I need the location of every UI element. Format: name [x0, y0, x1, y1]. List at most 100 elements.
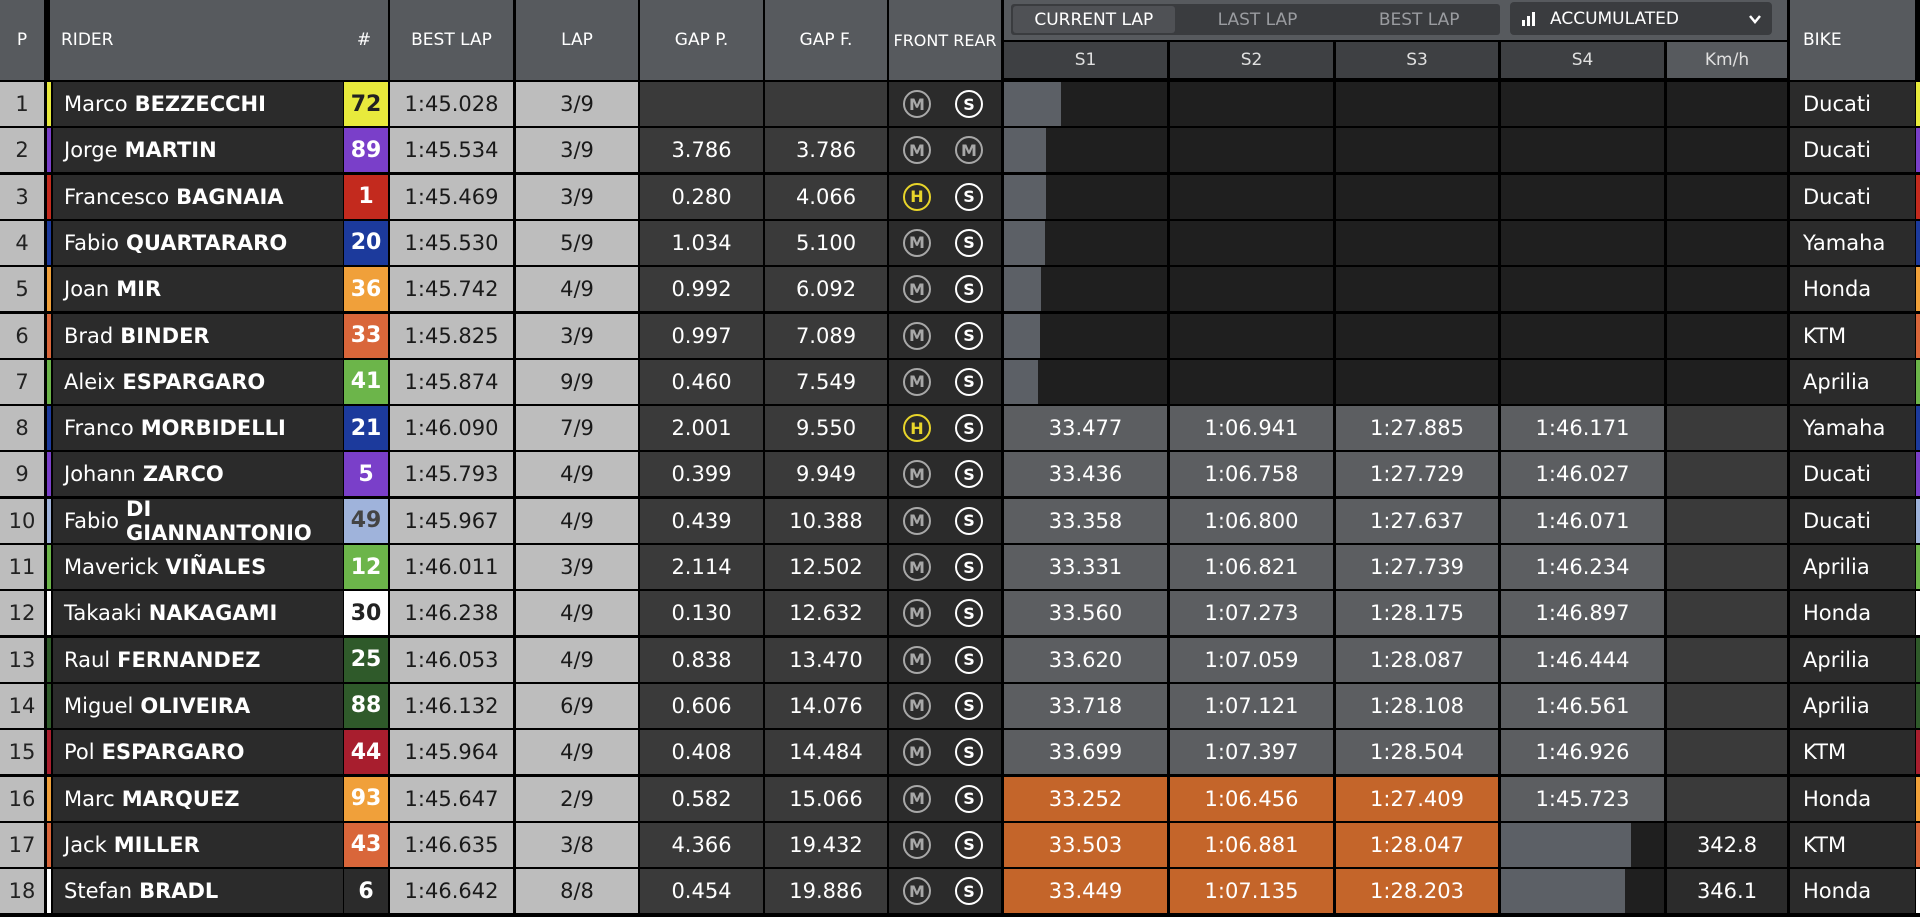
table-row[interactable]: 9 Johann ZARCO 5 1:45.793 4/9 0.399 9.949…	[0, 452, 1920, 497]
sector-1-time: 33.718	[1048, 693, 1123, 718]
table-row[interactable]: 7 Aleix ESPARGARO 41 1:45.874 9/9 0.460 7…	[0, 359, 1920, 404]
sector-1-time: 33.331	[1048, 555, 1123, 579]
rider-name-cell[interactable]: Stefan BRADL	[53, 869, 343, 914]
rider-name-cell[interactable]: Fabio DI GIANNANTONIO	[53, 497, 343, 545]
rider-name-cell[interactable]: Miguel OLIVEIRA	[53, 683, 343, 728]
gap-first-cell: 7.089	[765, 313, 887, 358]
tyres-cell: M S	[889, 776, 1001, 821]
rider-number-badge: 21	[344, 406, 388, 451]
rider-name-cell[interactable]: Jack MILLER	[53, 822, 343, 867]
bike-cell: Ducati	[1790, 128, 1915, 173]
gap-first-cell	[765, 82, 887, 126]
sector-2-cell: 1:06.941	[1170, 406, 1333, 451]
rider-first-name: Aleix	[64, 369, 116, 394]
sector-1-cell	[1004, 220, 1167, 265]
rider-name-cell[interactable]: Jorge MARTIN	[53, 128, 343, 173]
bike-manufacturer: Ducati	[1803, 462, 1871, 487]
rider-number: 12	[350, 554, 382, 580]
table-row[interactable]: 11 Maverick VIÑALES 12 1:46.011 3/9 2.114…	[0, 545, 1920, 589]
table-row[interactable]: 5 Joan MIR 36 1:45.742 4/9 0.992 6.092 M …	[0, 267, 1920, 312]
sector-2-time: 1:07.135	[1204, 879, 1299, 904]
tab-current-lap[interactable]: CURRENT LAP	[1013, 6, 1175, 33]
table-row[interactable]: 10 Fabio DI GIANNANTONIO 49 1:45.967 4/9 …	[0, 497, 1920, 545]
rider-name-cell[interactable]: Raul FERNANDEZ	[53, 637, 343, 682]
rider-name-cell[interactable]: Francesco BAGNAIA	[53, 174, 343, 219]
rider-first-name: Fabio	[64, 230, 120, 255]
tab-best-lap-label: BEST LAP	[1378, 9, 1460, 30]
front-tyre-compound: M	[909, 372, 925, 392]
sector-progress-bar	[1004, 174, 1046, 219]
table-row[interactable]: 12 Takaaki NAKAGAMI 30 1:46.238 4/9 0.130…	[0, 591, 1920, 636]
table-row[interactable]: 2 Jorge MARTIN 89 1:45.534 3/9 3.786 3.78…	[0, 128, 1920, 173]
tyres-cell: H S	[889, 174, 1001, 219]
sector-3-cell	[1336, 359, 1498, 404]
rider-name-cell[interactable]: Marco BEZZECCHI	[53, 82, 343, 126]
tab-last-lap[interactable]: LAST LAP	[1177, 4, 1339, 35]
rider-last-name: ZARCO	[142, 462, 224, 487]
sector-4-time: 1:46.444	[1535, 647, 1630, 672]
sector-4-time: 1:46.027	[1535, 462, 1630, 487]
rider-name-cell[interactable]: Joan MIR	[53, 267, 343, 312]
bike-manufacturer: Aprilia	[1803, 647, 1870, 672]
sector-4-cell: 1:46.561	[1501, 683, 1664, 728]
rider-name-cell[interactable]: Marc MARQUEZ	[53, 776, 343, 821]
gap-first-cell: 19.432	[765, 822, 887, 867]
sector-2-cell: 1:06.456	[1170, 776, 1333, 821]
gap-first: 19.886	[789, 879, 863, 904]
tab-best-lap[interactable]: BEST LAP	[1338, 4, 1500, 35]
lap-count: 2/9	[560, 786, 594, 811]
sector-2-cell: 1:07.059	[1170, 637, 1333, 682]
lap-count: 4/9	[560, 740, 594, 765]
col-header-bike: BIKE	[1790, 0, 1915, 80]
table-row[interactable]: 1 Marco BEZZECCHI 72 1:45.028 3/9 M S Duc…	[0, 82, 1920, 126]
gap-first-cell: 5.100	[765, 220, 887, 265]
team-color-stripe	[47, 730, 51, 775]
col-header-lap: LAP	[516, 0, 638, 80]
best-lap-cell: 1:45.647	[390, 776, 513, 821]
lap-count: 4/9	[560, 601, 594, 626]
team-color-stripe	[47, 313, 51, 358]
rider-name-cell[interactable]: Takaaki NAKAGAMI	[53, 591, 343, 636]
col-header-pos: P	[0, 0, 44, 80]
table-row[interactable]: 13 Raul FERNANDEZ 25 1:46.053 4/9 0.838 1…	[0, 637, 1920, 682]
rider-name-cell[interactable]: Brad BINDER	[53, 313, 343, 358]
rider-name-cell[interactable]: Fabio QUARTARARO	[53, 220, 343, 265]
sector-4-time: 1:46.926	[1535, 740, 1630, 765]
table-row[interactable]: 4 Fabio QUARTARARO 20 1:45.530 5/9 1.034 …	[0, 220, 1920, 265]
lap-count: 4/9	[560, 508, 594, 533]
team-color-stripe	[47, 637, 51, 682]
lap-count-cell: 3/9	[516, 545, 638, 589]
team-color-stripe-right	[1916, 776, 1920, 821]
rider-name-cell[interactable]: Pol ESPARGARO	[53, 730, 343, 775]
rider-name-cell[interactable]: Aleix ESPARGARO	[53, 359, 343, 404]
table-row[interactable]: 6 Brad BINDER 33 1:45.825 3/9 0.997 7.089…	[0, 313, 1920, 358]
table-row[interactable]: 17 Jack MILLER 43 1:46.635 3/8 4.366 19.4…	[0, 822, 1920, 867]
gap-previous-cell: 0.399	[640, 452, 763, 497]
lap-count: 3/8	[560, 832, 594, 857]
table-row[interactable]: 15 Pol ESPARGARO 44 1:45.964 4/9 0.408 14…	[0, 730, 1920, 775]
front-tyre-icon: M	[903, 321, 931, 350]
rider-name-cell[interactable]: Maverick VIÑALES	[53, 545, 343, 589]
rider-number-badge: 1	[344, 174, 388, 219]
rider-last-name: MORBIDELLI	[140, 416, 286, 441]
bike-cell: Honda	[1790, 267, 1915, 312]
gap-previous: 0.997	[671, 323, 732, 348]
speed-kmh: 342.8	[1696, 832, 1758, 857]
front-tyre-compound: H	[910, 418, 924, 438]
table-row[interactable]: 8 Franco MORBIDELLI 21 1:46.090 7/9 2.001…	[0, 406, 1920, 451]
rider-name-cell[interactable]: Franco MORBIDELLI	[53, 406, 343, 451]
table-row[interactable]: 18 Stefan BRADL 6 1:46.642 8/8 0.454 19.8…	[0, 869, 1920, 914]
table-row[interactable]: 3 Francesco BAGNAIA 1 1:45.469 3/9 0.280 …	[0, 174, 1920, 219]
best-lap-cell: 1:45.964	[390, 730, 513, 775]
bike-manufacturer: Honda	[1803, 601, 1872, 626]
table-row[interactable]: 14 Miguel OLIVEIRA 88 1:46.132 6/9 0.606 …	[0, 683, 1920, 728]
gap-previous: 0.130	[671, 601, 732, 626]
sector-3-cell: 1:28.047	[1336, 822, 1498, 867]
rider-name-cell[interactable]: Johann ZARCO	[53, 452, 343, 497]
table-row[interactable]: 16 Marc MARQUEZ 93 1:45.647 2/9 0.582 15.…	[0, 776, 1920, 821]
col-header-pos-label: P	[16, 30, 28, 50]
gap-previous: 0.439	[671, 508, 732, 533]
accumulated-dropdown[interactable]: ACCUMULATED	[1510, 2, 1772, 35]
sector-2-cell: 1:07.135	[1170, 869, 1333, 914]
team-color-stripe	[47, 82, 51, 126]
